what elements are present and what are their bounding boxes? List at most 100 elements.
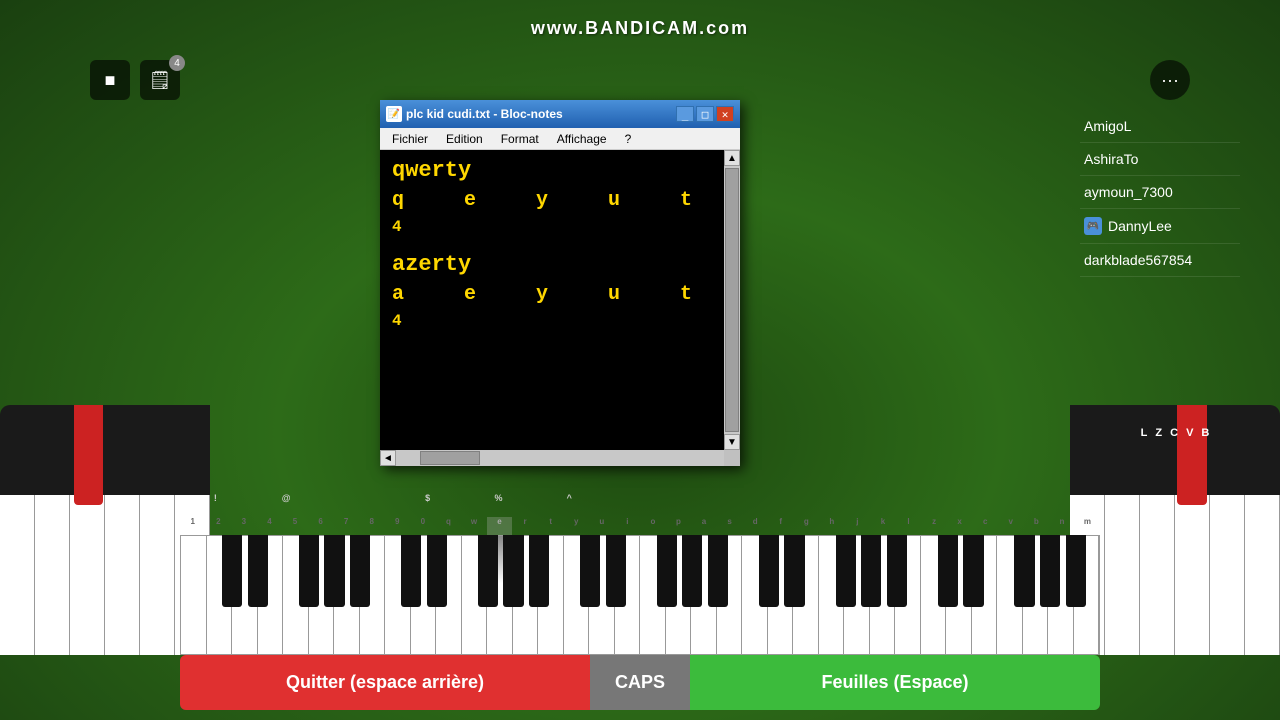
black-key[interactable] — [861, 535, 881, 607]
black-key[interactable] — [248, 535, 268, 607]
right-piano-keys — [1070, 495, 1280, 655]
key-label: 7 — [333, 517, 359, 535]
horizontal-scrollbar[interactable]: ◄ ► — [380, 450, 740, 466]
player-item: aymoun_7300 — [1080, 176, 1240, 209]
red-accent-key-right — [1177, 405, 1206, 505]
right-label-b: B — [1201, 427, 1209, 439]
vertical-scrollbar[interactable]: ▲ ▼ — [724, 150, 740, 450]
scroll-thumb[interactable] — [725, 168, 739, 432]
right-white-key[interactable] — [1210, 495, 1245, 655]
right-label-c: C — [1170, 427, 1178, 439]
black-key[interactable] — [503, 535, 523, 607]
player-item: AmigoL — [1080, 110, 1240, 143]
key-label: t — [538, 517, 564, 535]
black-key[interactable] — [1066, 535, 1086, 607]
key-label: x — [947, 517, 973, 535]
menu-affichage[interactable]: Affichage — [549, 130, 615, 148]
black-key[interactable] — [427, 535, 447, 607]
qwerty-section: qwerty q e y u t y r w e 4 6 — [392, 158, 728, 236]
white-key-1[interactable] — [181, 536, 207, 654]
scroll-up-button[interactable]: ▲ — [724, 150, 740, 166]
special-key-label: @ — [251, 493, 322, 513]
notepad-titlebar: 📝 plc kid cudi.txt - Bloc-notes _ □ ✕ — [380, 100, 740, 128]
maximize-button[interactable]: □ — [696, 106, 714, 122]
menu-edition[interactable]: Edition — [438, 130, 491, 148]
spacer — [322, 493, 393, 513]
key-label: g — [794, 517, 820, 535]
player-list: AmigoL AshiraTo aymoun_7300 🎮 DannyLee d… — [1080, 110, 1240, 277]
right-white-key[interactable] — [1245, 495, 1280, 655]
menu-format[interactable]: Format — [493, 130, 547, 148]
menu-help[interactable]: ? — [617, 130, 640, 148]
right-label-v: V — [1186, 427, 1193, 439]
notepad-text-area[interactable]: qwerty q e y u t y r w e 4 6 azerty a e … — [380, 150, 740, 450]
piano-left-side — [0, 405, 210, 655]
key-label: k — [870, 517, 896, 535]
watermark: www.BANDICAM.com — [531, 18, 749, 39]
black-key[interactable] — [222, 535, 242, 607]
scroll-down-button[interactable]: ▼ — [724, 434, 740, 450]
black-key[interactable] — [580, 535, 600, 607]
player-item: 🎮 DannyLee — [1080, 209, 1240, 244]
key-label: c — [972, 517, 998, 535]
key-label: f — [768, 517, 794, 535]
scroll-left-button[interactable]: ◄ — [380, 450, 396, 466]
notification-badge: 4 — [169, 55, 185, 71]
right-white-key[interactable] — [1175, 495, 1210, 655]
resize-handle[interactable] — [724, 450, 740, 466]
more-options-button[interactable]: ··· — [1150, 60, 1190, 100]
black-key[interactable] — [299, 535, 319, 607]
right-white-key[interactable] — [1140, 495, 1175, 655]
spacer — [1029, 493, 1100, 513]
caps-button[interactable]: CAPS — [590, 655, 690, 710]
close-button[interactable]: ✕ — [716, 106, 734, 122]
notification-icon: 🗒 — [149, 70, 172, 91]
key-label: m — [1075, 517, 1101, 535]
black-key[interactable] — [324, 535, 344, 607]
black-key[interactable] — [682, 535, 702, 607]
notepad-app-icon: 📝 — [386, 106, 402, 122]
h-scroll-thumb[interactable] — [420, 451, 480, 465]
player-name: darkblade567854 — [1084, 252, 1192, 268]
notepad-title: plc kid cudi.txt - Bloc-notes — [406, 107, 672, 121]
black-key[interactable] — [606, 535, 626, 607]
key-label: a — [691, 517, 717, 535]
spacer — [605, 493, 676, 513]
black-key[interactable] — [401, 535, 421, 607]
key-label: 9 — [385, 517, 411, 535]
key-label: 0 — [410, 517, 436, 535]
notification-button[interactable]: 🗒 4 — [140, 60, 180, 100]
bottom-buttons: Quitter (espace arrière) CAPS Feuilles (… — [180, 655, 1100, 710]
left-white-key[interactable] — [0, 495, 35, 655]
key-label: n — [1049, 517, 1075, 535]
left-white-key[interactable] — [140, 495, 175, 655]
black-key[interactable] — [887, 535, 907, 607]
black-key[interactable] — [963, 535, 983, 607]
black-key[interactable] — [350, 535, 370, 607]
key-label: h — [819, 517, 845, 535]
qwerty-keys-row: q e y u t y r w e — [392, 189, 728, 212]
azerty-nums-row: 4 6 — [392, 312, 728, 330]
left-white-key[interactable] — [70, 495, 105, 655]
notepad-window: 📝 plc kid cudi.txt - Bloc-notes _ □ ✕ Fi… — [380, 100, 740, 466]
black-key[interactable] — [478, 535, 498, 607]
black-key[interactable] — [708, 535, 728, 607]
quit-button[interactable]: Quitter (espace arrière) — [180, 655, 590, 710]
black-key[interactable] — [836, 535, 856, 607]
black-key[interactable] — [784, 535, 804, 607]
left-white-key[interactable] — [105, 495, 140, 655]
black-key[interactable] — [1014, 535, 1034, 607]
black-key[interactable] — [529, 535, 549, 607]
menu-fichier[interactable]: Fichier — [384, 130, 436, 148]
stop-button[interactable]: ■ — [90, 60, 130, 100]
black-key[interactable] — [1040, 535, 1060, 607]
special-key-label: ^ — [534, 493, 605, 513]
black-key[interactable] — [938, 535, 958, 607]
azerty-section: azerty a e y u t y r z e 4 6 — [392, 252, 728, 330]
left-white-key[interactable] — [35, 495, 70, 655]
right-white-key[interactable] — [1105, 495, 1140, 655]
black-key[interactable] — [759, 535, 779, 607]
minimize-button[interactable]: _ — [676, 106, 694, 122]
black-key[interactable] — [657, 535, 677, 607]
leaves-button[interactable]: Feuilles (Espace) — [690, 655, 1100, 710]
